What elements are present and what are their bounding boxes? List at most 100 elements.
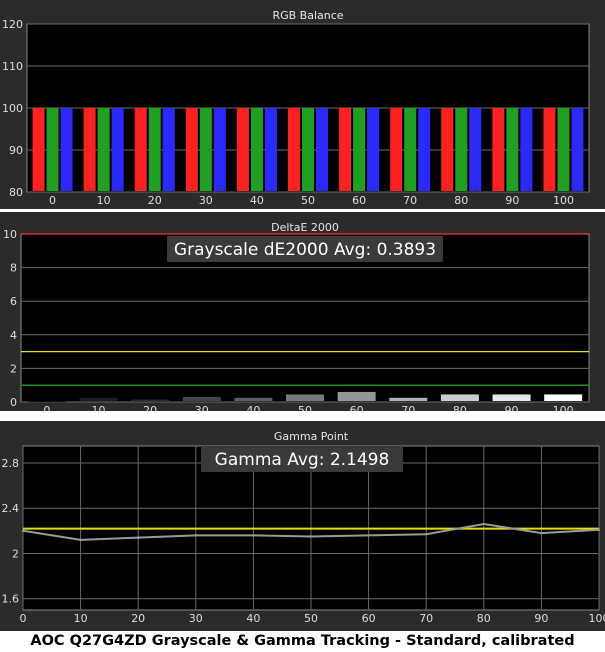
chart-title: RGB Balance (272, 9, 343, 22)
rgb-bar (134, 108, 147, 191)
deltae-bar (182, 396, 221, 401)
x-tick-label: 40 (250, 194, 264, 207)
y-tick-label: 100 (2, 102, 23, 115)
rgb-bar (111, 108, 124, 191)
rgb-bar (339, 108, 352, 191)
rgb-bar (162, 108, 175, 191)
rgb-bar (543, 108, 556, 191)
x-tick-label: 40 (246, 404, 260, 411)
rgb-bar (288, 108, 300, 191)
x-tick-label: 60 (362, 612, 376, 625)
x-tick-label: 0 (43, 404, 50, 411)
deltae-bar (337, 391, 376, 401)
annotation-text: Grayscale dE2000 Avg: 0.3893 (174, 240, 436, 260)
deltae-bar (131, 399, 170, 401)
y-tick-label: 110 (2, 60, 23, 73)
rgb-balance-panel: RGB Balance 80 90 100 110 120 0 10 20 30 40 50 60 70 8… (0, 0, 605, 209)
x-tick-label: 70 (401, 404, 415, 411)
rgb-bar (148, 108, 161, 191)
deltae-bar (389, 397, 428, 401)
rgb-bar (353, 108, 366, 191)
rgb-bar (97, 108, 110, 191)
deltae-chart: DeltaE 200002468100 10 20 30 40 50 60 70 80 90 100… (3, 221, 590, 411)
gamma-point (137, 536, 140, 539)
annotation-text: Gamma Avg: 2.1498 (215, 450, 390, 470)
rgb-bar (469, 108, 482, 191)
x-tick-label: 80 (477, 612, 491, 625)
deltae-bar (544, 394, 583, 401)
rgb-bar (213, 108, 226, 191)
gamma-panel: Gamma Point 1.6 2 2.4 2.8 0 10 20 30 40 50 60 70 80 90… (0, 421, 605, 631)
x-tick-label: 100 (589, 612, 605, 625)
rgb-bar (506, 108, 519, 191)
x-tick-label: 80 (454, 194, 468, 207)
x-tick-label: 10 (91, 404, 105, 411)
rgb-bar (250, 108, 263, 191)
deltae-bar (234, 397, 273, 401)
x-tick-label: 30 (195, 404, 209, 411)
rgb-bar (367, 108, 380, 191)
rgb-bar (492, 108, 505, 191)
rgb-bar (60, 108, 73, 191)
x-tick-label: 80 (453, 404, 467, 411)
x-tick-label: 70 (419, 612, 433, 625)
rgb-bar (302, 108, 314, 191)
rgb-bar (236, 108, 249, 191)
x-tick-label: 0 (20, 612, 27, 625)
rgb-balance-chart: RGB Balance 80 90 100 110 120 0 10 20 30 40 50 60 70 8… (2, 9, 590, 207)
x-tick-label: 60 (350, 404, 364, 411)
x-tick-label: 60 (352, 194, 366, 207)
chart-caption: AOC Q27G4ZD Grayscale & Gamma Tracking -… (30, 633, 575, 649)
y-tick-label: 90 (9, 144, 23, 157)
x-tick-label: 10 (97, 194, 111, 207)
y-tick-label: 2.8 (2, 457, 20, 470)
rgb-bar (441, 108, 454, 191)
y-tick-label: 120 (2, 18, 23, 31)
rgb-bar (316, 108, 328, 191)
gamma-point (309, 535, 313, 538)
y-tick-label: 6 (10, 295, 17, 308)
deltae-bar (27, 401, 66, 403)
rgb-bar (199, 108, 212, 191)
x-tick-label: 90 (505, 194, 519, 207)
x-tick-label: 100 (553, 404, 574, 411)
gamma-point (482, 522, 485, 526)
y-tick-label: 2.4 (2, 502, 20, 515)
rgb-bar (418, 108, 431, 191)
rgb-bar (455, 108, 468, 191)
deltae-panel: DeltaE 2000 0 2 4 6 8 10 0 10 20 30 40 50 60 70 80 90 100… (0, 212, 605, 411)
gamma-point (597, 528, 601, 531)
gamma-point (540, 531, 543, 535)
y-tick-label: 4 (10, 329, 17, 342)
x-tick-label: 50 (304, 612, 318, 625)
x-tick-label: 20 (148, 194, 162, 207)
y-tick-label: 10 (3, 228, 17, 241)
x-tick-label: 90 (505, 404, 519, 411)
rgb-bar (83, 108, 96, 191)
deltae-bar (440, 394, 479, 401)
rgb-bar (264, 108, 277, 191)
deltae-bar (79, 397, 118, 401)
x-tick-label: 50 (301, 194, 315, 207)
deltae-bar (286, 394, 324, 401)
rgb-bar (520, 108, 533, 191)
y-tick-label: 0 (10, 396, 17, 409)
gamma-point (79, 538, 82, 542)
rgb-bar (46, 108, 59, 191)
x-tick-label: 70 (403, 194, 417, 207)
x-tick-label: 50 (298, 404, 312, 411)
x-tick-label: 20 (143, 404, 157, 411)
x-tick-label: 90 (534, 612, 548, 625)
x-tick-label: 100 (553, 194, 574, 207)
rgb-bar (185, 108, 198, 191)
rgb-bar (32, 108, 45, 191)
x-tick-label: 20 (131, 612, 145, 625)
y-tick-label: 8 (10, 262, 17, 275)
y-tick-label: 80 (9, 186, 23, 199)
gamma-point (425, 533, 428, 536)
x-tick-label: 30 (189, 612, 203, 625)
chart-title: Gamma Point (274, 430, 349, 443)
gamma-chart: Gamma Point 1.6 2 2.4 2.8 0 10 20 30 40 50 60 70 80 90… (2, 430, 605, 625)
x-tick-label: 40 (246, 612, 260, 625)
x-tick-label: 0 (49, 194, 56, 207)
